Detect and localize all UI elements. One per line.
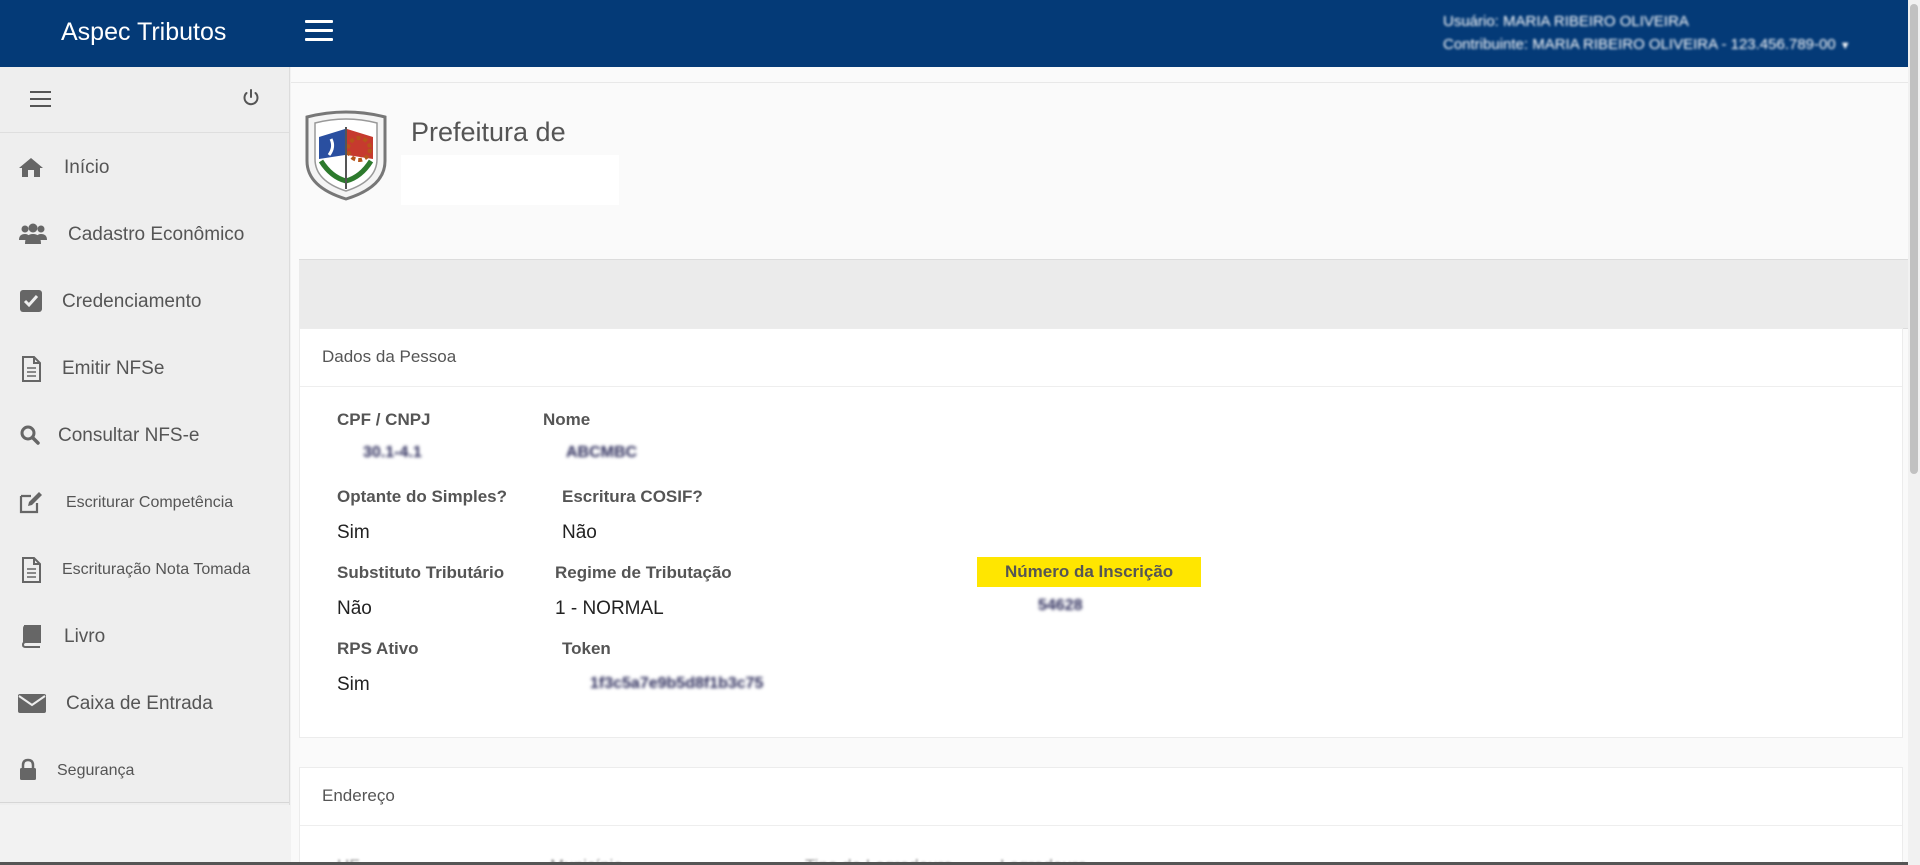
token-value: 1f3c5a7e9b5d8f1b3c75	[590, 675, 764, 692]
token-label: Token	[562, 639, 611, 658]
inscricao-label: Número da Inscrição	[977, 557, 1202, 587]
regime-label: Regime de Tributação	[555, 563, 732, 582]
nome-label: Nome	[543, 410, 591, 429]
rps-value: Sim	[337, 674, 370, 695]
panel-heading: Endereço	[300, 768, 1902, 826]
sidebar-item-livro[interactable]: Livro	[0, 602, 289, 669]
user-info[interactable]: Usuário: MARIA RIBEIRO OLIVEIRA Contribu…	[1443, 10, 1851, 58]
substituto-label: Substituto Tributário	[337, 563, 505, 582]
power-icon[interactable]	[241, 88, 261, 108]
municipality-name-box	[401, 155, 619, 205]
simples-value: Sim	[337, 522, 370, 543]
municipal-crest-logo	[305, 110, 387, 201]
sidebar-item-inicio[interactable]: Início	[0, 133, 289, 200]
document-icon	[22, 356, 41, 382]
search-icon	[20, 425, 40, 445]
sidebar-item-credenciamento[interactable]: Credenciamento	[0, 267, 289, 334]
panel-heading: Dados da Pessoa	[300, 329, 1902, 387]
home-icon	[19, 158, 43, 177]
contributor-line: Contribuinte: MARIA RIBEIRO OLIVEIRA - 1…	[1443, 36, 1836, 53]
caret-down-icon[interactable]: ▼	[1840, 40, 1851, 52]
cosif-value: Não	[562, 522, 597, 543]
sidebar-item-label: Caixa de Entrada	[66, 693, 213, 714]
sidebar-item-label: Credenciamento	[62, 291, 202, 312]
cpf-label: CPF / CNPJ	[337, 410, 431, 429]
main-content: Prefeitura de Dados da Pessoa CPF / CNPJ…	[291, 67, 1911, 865]
person-data-panel: Dados da Pessoa CPF / CNPJ 30.1-4.1 Nome…	[299, 328, 1903, 738]
sidebar-item-caixa-de-entrada[interactable]: Caixa de Entrada	[0, 669, 289, 736]
inscricao-value: 54628	[1038, 597, 1083, 614]
toolbar-band	[299, 259, 1911, 329]
top-navbar: Aspec Tributos Usuário: MARIA RIBEIRO OL…	[0, 0, 1920, 67]
sidebar-collapse-icon[interactable]	[30, 91, 51, 112]
divider	[291, 82, 1911, 83]
sidebar-item-cadastro-economico[interactable]: Cadastro Econômico	[0, 200, 289, 267]
scrollbar-thumb[interactable]	[1910, 4, 1918, 474]
users-icon	[19, 223, 47, 244]
sidebar-item-label: Emitir NFSe	[62, 358, 165, 379]
simples-label: Optante do Simples?	[337, 487, 508, 506]
sidebar-item-label: Escriturar Competência	[66, 494, 234, 511]
nome-value: ABCMBC	[566, 444, 638, 461]
check-square-icon	[20, 290, 42, 312]
sidebar-item-label: Escrituração Nota Tomada	[62, 561, 251, 578]
sidebar-item-label: Consultar NFS-e	[58, 425, 200, 446]
sidebar-item-escriturar-competencia[interactable]: Escriturar Competência	[0, 468, 289, 535]
sidebar-item-label: Cadastro Econômico	[68, 224, 245, 245]
sidebar-item-label: Segurança	[57, 762, 135, 779]
cosif-label: Escritura COSIF?	[562, 487, 703, 506]
sidebar-item-seguranca[interactable]: Segurança	[0, 736, 289, 803]
substituto-value: Não	[337, 598, 372, 619]
regime-value: 1 - NORMAL	[555, 598, 664, 619]
address-panel: Endereço UF Município Tipo de Logradouro…	[299, 767, 1903, 865]
sidebar-toolbar	[0, 67, 289, 133]
menu-toggle-icon[interactable]	[305, 20, 333, 44]
sidebar-item-label: Livro	[64, 626, 106, 647]
sidebar-item-emitir-nfse[interactable]: Emitir NFSe	[0, 334, 289, 401]
edit-icon	[19, 492, 42, 514]
lock-icon	[20, 758, 36, 780]
page-title: Prefeitura de	[411, 117, 566, 147]
book-icon	[21, 625, 41, 648]
document-icon	[22, 557, 41, 583]
sidebar: Início Cadastro Econômico Credenciamento…	[0, 67, 290, 805]
rps-label: RPS Ativo	[337, 639, 419, 658]
brand-title[interactable]: Aspec Tributos	[61, 18, 226, 47]
user-line: Usuário: MARIA RIBEIRO OLIVEIRA	[1443, 13, 1689, 30]
sidebar-item-consultar-nfse[interactable]: Consultar NFS-e	[0, 401, 289, 468]
cpf-value: 30.1-4.1	[363, 444, 422, 461]
envelope-icon	[18, 694, 46, 713]
page-scrollbar[interactable]	[1908, 0, 1920, 865]
sidebar-item-escrituracao-nota-tomada[interactable]: Escrituração Nota Tomada	[0, 535, 289, 602]
sidebar-item-label: Início	[64, 157, 110, 178]
